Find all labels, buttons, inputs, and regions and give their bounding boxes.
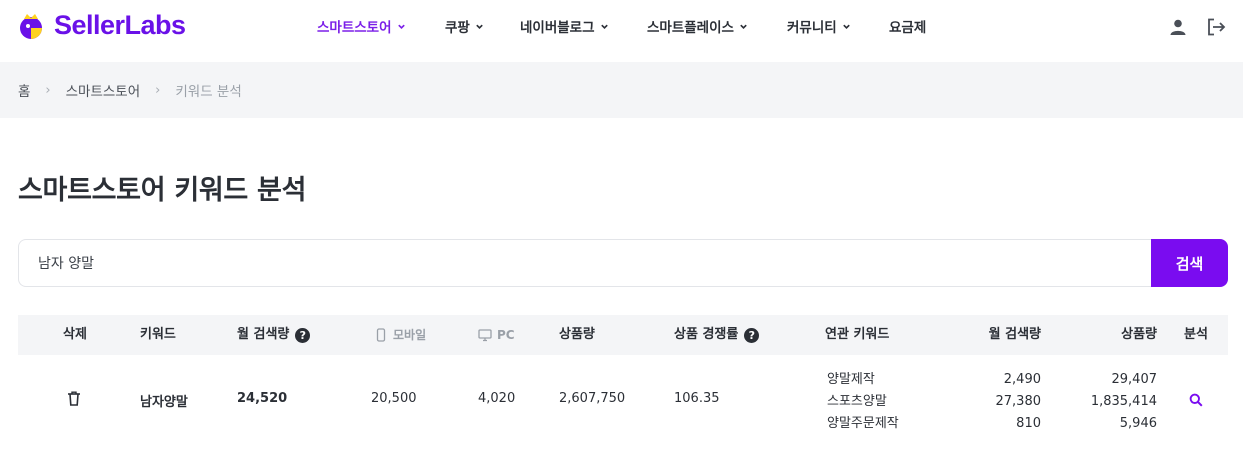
breadcrumb-current: 키워드 분석 [175,84,242,100]
nav-item-smartstore[interactable]: 스마트스토어 [317,16,406,36]
column-header-label: PC [497,328,515,342]
nav-item-label: 쿠팡 [445,20,470,36]
header-actions [1151,16,1227,38]
column-header-related-product-count: 상품량 [1121,327,1157,342]
related-product-count: 1,835,414 [1090,394,1157,409]
chevron-down-icon [842,24,850,29]
mobile-search-cell: 20,500 [371,391,417,406]
related-monthly-search: 810 [1016,416,1041,431]
related-keyword[interactable]: 양말제작 [827,369,899,391]
help-icon[interactable]: ? [295,327,311,343]
chevron-right-icon: › [155,82,161,98]
column-header-label: 월 검색량 [237,327,290,342]
breadcrumb-home[interactable]: 홈 [18,80,30,100]
related-product-count: 29,407 [1111,372,1158,387]
related-product-count-list: 29,407 1,835,414 5,946 [1068,369,1157,435]
related-monthly-search-list: 2,490 27,380 810 [978,369,1042,435]
brand-logo[interactable]: SellerLabs [18,10,186,41]
table-header: 삭제 키워드 월 검색량 ? 모바일 PC 상품량 상품 경쟁률 ? 연관 키워… [18,315,1228,355]
column-header-analysis: 분석 [1184,327,1208,342]
search-button[interactable]: 검색 [1151,239,1228,287]
breadcrumb: 홈 › 스마트스토어 › 키워드 분석 [0,62,1243,118]
related-keyword[interactable]: 양말주문제작 [827,413,899,435]
related-product-count: 5,946 [1119,416,1157,431]
top-navigation-bar: SellerLabs 스마트스토어 쿠팡 네이버블로그 스마트플레이스 커뮤니티… [0,0,1243,62]
keyword-search: 검색 [18,239,1228,287]
search-icon[interactable] [1189,393,1203,407]
related-keyword-list: 양말제작 스포츠양말 양말주문제작 [827,369,899,435]
column-header-label: 모바일 [393,328,427,342]
brand-name: SellerLabs [54,10,186,40]
nav-item-label: 요금제 [889,20,927,36]
breadcrumb-smartstore[interactable]: 스마트스토어 [66,80,141,100]
column-header-related-monthly-search: 월 검색량 [988,327,1041,342]
column-header-monthly-search: 월 검색량 ? [237,315,311,355]
chevron-down-icon [476,24,483,29]
nav-item-community[interactable]: 커뮤니티 [787,16,851,36]
monthly-search-cell: 24,520 [237,391,288,406]
column-header-mobile: 모바일 [374,315,426,355]
keyword-cell: 남자양말 [140,395,188,410]
chevron-down-icon [600,24,608,29]
related-keyword[interactable]: 스포츠양말 [827,391,899,413]
mobile-icon [376,328,386,342]
column-header-product-count: 상품량 [559,327,595,342]
column-header-keyword: 키워드 [140,327,176,342]
related-monthly-search: 2,490 [1003,372,1041,387]
table-row: 남자양말 24,520 20,500 4,020 2,607,750 106.3… [18,355,1228,453]
trash-icon[interactable] [67,391,81,406]
chevron-right-icon: › [45,82,51,98]
product-count-cell: 2,607,750 [559,391,626,406]
column-header-delete: 삭제 [63,327,87,342]
sellerlabs-logo-icon [20,13,42,39]
user-icon[interactable] [1167,16,1189,38]
related-monthly-search: 27,380 [995,394,1042,409]
monitor-icon [478,329,492,342]
chevron-down-icon [740,24,747,29]
logout-icon[interactable] [1205,16,1227,38]
column-header-competition: 상품 경쟁률 ? [674,315,760,355]
nav-item-pricing[interactable]: 요금제 [889,16,926,36]
nav-item-naver-blog[interactable]: 네이버블로그 [520,16,609,36]
keyword-search-input[interactable] [18,239,1152,287]
column-header-label: 상품 경쟁률 [674,327,739,342]
nav-item-label: 스마트플레이스 [647,20,734,36]
nav-item-label: 커뮤니티 [787,20,837,36]
nav-item-label: 네이버블로그 [520,20,595,36]
column-header-pc: PC [478,315,515,355]
nav-item-label: 스마트스토어 [317,20,392,36]
page-title: 스마트스토어 키워드 분석 [18,175,307,206]
competition-cell: 106.35 [674,391,720,406]
help-icon[interactable]: ? [744,327,760,343]
nav-item-smartplace[interactable]: 스마트플레이스 [647,16,748,36]
column-header-related-keyword: 연관 키워드 [825,327,890,342]
pc-search-cell: 4,020 [478,391,516,406]
nav-item-coupang[interactable]: 쿠팡 [445,16,484,36]
chevron-down-icon [397,24,405,29]
